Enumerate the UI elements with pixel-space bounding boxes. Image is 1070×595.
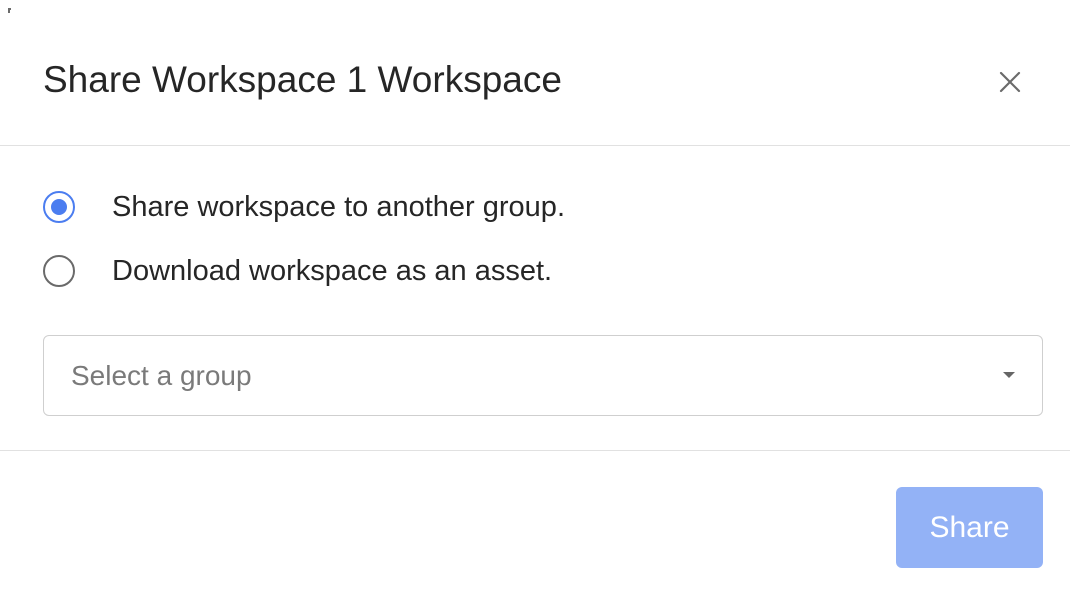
share-button[interactable]: Share <box>896 487 1043 568</box>
share-to-group-radio[interactable] <box>43 191 75 223</box>
dialog-footer: Share <box>0 451 1070 595</box>
dialog-header: Share Workspace 1 Workspace <box>0 0 1070 146</box>
close-button[interactable] <box>992 64 1028 100</box>
group-select[interactable]: Select a group <box>43 335 1043 416</box>
download-as-asset-option[interactable]: Download workspace as an asset. <box>43 254 552 288</box>
download-as-asset-radio[interactable] <box>43 255 75 287</box>
dialog-body: Share workspace to another group. Downlo… <box>0 146 1070 451</box>
dialog-title: Share Workspace 1 Workspace <box>43 59 562 100</box>
group-select-placeholder: Select a group <box>71 360 252 391</box>
close-icon <box>999 71 1021 93</box>
caret-down-icon <box>1003 372 1015 378</box>
download-as-asset-label: Download workspace as an asset. <box>112 255 553 287</box>
share-workspace-dialog: Share Workspace 1 Workspace Share worksp… <box>0 0 1070 595</box>
share-to-group-label: Share workspace to another group. <box>112 191 565 223</box>
share-to-group-option[interactable]: Share workspace to another group. <box>43 190 565 224</box>
